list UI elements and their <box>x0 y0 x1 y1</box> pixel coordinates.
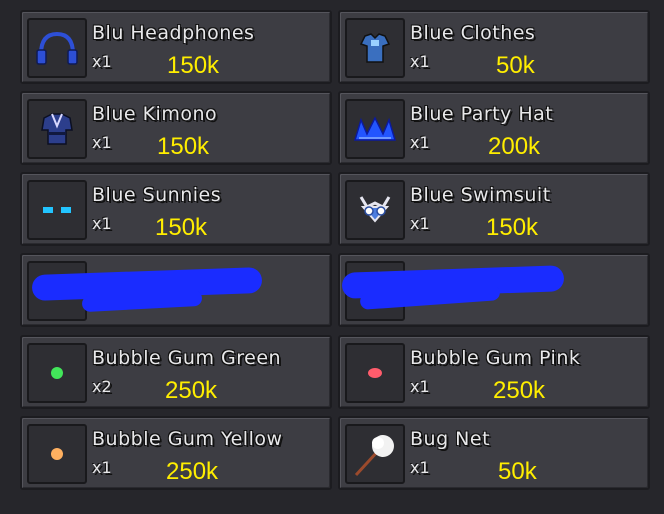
item-name: Blue Clothes <box>410 22 536 44</box>
item-quantity: x1 <box>410 458 430 477</box>
item-price: 250k <box>165 377 218 404</box>
item-name: Blu Headphones <box>92 22 255 44</box>
item-quantity: x1 <box>410 52 430 71</box>
inventory-panel: Blu Headphones x1 150k Blue Clothes x1 5… <box>0 0 664 514</box>
item-quantity: x1 <box>92 133 112 152</box>
item-price: 250k <box>493 377 546 404</box>
item-blue-kimono[interactable]: Blue Kimono x1 150k <box>20 91 332 165</box>
item-quantity: x1 <box>410 377 430 396</box>
headphones-icon <box>27 18 87 78</box>
party-hat-icon <box>345 99 405 159</box>
item-quantity: x1 <box>410 214 430 233</box>
pink-gum-icon <box>345 343 405 403</box>
kimono-icon <box>27 99 87 159</box>
item-name: Blue Sunnies <box>92 184 222 206</box>
item-name: Blue Swimsuit <box>410 184 551 206</box>
item-quantity: x1 <box>92 52 112 71</box>
item-name: Blue Party Hat <box>410 103 554 125</box>
item-price: 150k <box>486 214 539 241</box>
item-quantity: x1 <box>92 214 112 233</box>
item-bug-net[interactable]: Bug Net x1 50k <box>338 416 650 490</box>
item-quantity: x1 <box>92 458 112 477</box>
item-price: 150k <box>167 52 220 79</box>
item-quantity: x1 <box>410 133 430 152</box>
item-name: Blue Kimono <box>92 103 218 125</box>
swimsuit-icon <box>345 180 405 240</box>
sunglasses-icon <box>27 180 87 240</box>
yellow-gum-icon <box>27 424 87 484</box>
green-gum-icon <box>27 343 87 403</box>
item-name: Bubble Gum Pink <box>410 347 581 369</box>
item-bubble-gum-yellow[interactable]: Bubble Gum Yellow x1 250k <box>20 416 332 490</box>
item-price: 150k <box>157 133 210 160</box>
item-bubble-gum-green[interactable]: Bubble Gum Green x2 250k <box>20 335 332 409</box>
item-quantity: x2 <box>92 377 112 396</box>
item-bubble-gum-pink[interactable]: Bubble Gum Pink x1 250k <box>338 335 650 409</box>
item-blu-headphones[interactable]: Blu Headphones x1 150k <box>20 10 332 84</box>
item-name: Bug Net <box>410 428 491 450</box>
item-blue-party-hat[interactable]: Blue Party Hat x1 200k <box>338 91 650 165</box>
item-redacted-right[interactable] <box>338 253 650 327</box>
item-name: Bubble Gum Yellow <box>92 428 283 450</box>
item-blue-swimsuit[interactable]: Blue Swimsuit x1 150k <box>338 172 650 246</box>
item-price: 50k <box>496 52 535 79</box>
item-price: 250k <box>166 458 219 485</box>
item-blue-clothes[interactable]: Blue Clothes x1 50k <box>338 10 650 84</box>
item-blue-sunnies[interactable]: Blue Sunnies x1 150k <box>20 172 332 246</box>
item-redacted-left[interactable] <box>20 253 332 327</box>
item-price: 50k <box>498 458 537 485</box>
bug-net-icon <box>345 424 405 484</box>
item-name: Bubble Gum Green <box>92 347 282 369</box>
clothes-icon <box>345 18 405 78</box>
item-price: 200k <box>488 133 541 160</box>
item-price: 150k <box>155 214 208 241</box>
